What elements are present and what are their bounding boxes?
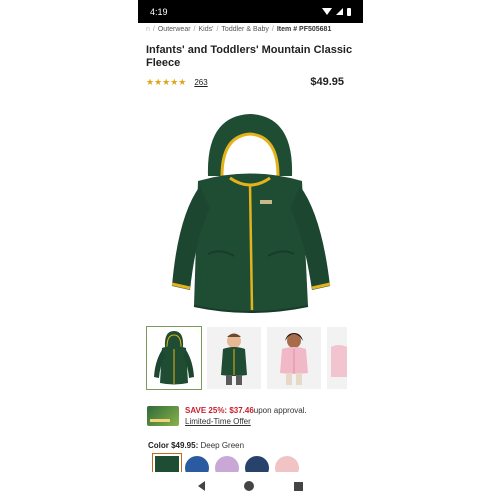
- breadcrumb-separator: /: [216, 26, 219, 33]
- color-row: Color $49.95: Deep Green: [138, 427, 363, 450]
- product-title: Infants' and Toddlers' Mountain Classic …: [146, 44, 353, 69]
- promo-rest-text: upon approval.: [253, 406, 307, 415]
- thumbnail-fleece-front[interactable]: [146, 326, 202, 390]
- status-time: 4:19: [150, 6, 168, 17]
- breadcrumb-item-outerwear[interactable]: Outerwear: [158, 26, 191, 33]
- home-icon[interactable]: [244, 481, 255, 491]
- promo-offer: SAVE 25%: $37.46upon approval. Limited-T…: [138, 389, 363, 427]
- item-number: Item # PF505681: [276, 26, 332, 33]
- rating-row: ★★★★★ 263 $49.95: [138, 70, 363, 88]
- android-nav-bar: [138, 472, 363, 500]
- breadcrumb-item-kids[interactable]: Kids': [199, 26, 214, 33]
- back-icon[interactable]: [197, 481, 205, 491]
- breadcrumb-separator: /: [193, 26, 196, 33]
- breadcrumb-separator: /: [152, 26, 155, 33]
- stars-icon: ★★★★★: [146, 77, 187, 87]
- thumbnail-toddler-girl[interactable]: [267, 327, 321, 389]
- breadcrumb-item-partial[interactable]: n: [146, 26, 150, 33]
- color-label: Color $49.95:: [148, 441, 199, 450]
- promo-save-text: SAVE 25%: $37.46: [185, 406, 254, 415]
- status-bar: 4:19: [138, 0, 363, 23]
- review-count-link[interactable]: 263: [194, 78, 207, 87]
- wifi-icon: [322, 8, 332, 15]
- thumbnail-toddler-boy[interactable]: [207, 327, 261, 389]
- promo-text: SAVE 25%: $37.46upon approval. Limited-T…: [185, 405, 307, 427]
- credit-card-icon: [147, 406, 179, 426]
- breadcrumb: n / Outerwear / Kids' / Toddler & Baby /…: [138, 23, 363, 36]
- phone-screen: 4:19 n / Outerwear / Kids' / Toddler & B…: [138, 0, 363, 500]
- thumbnail-strip: [138, 321, 363, 390]
- limited-time-offer-link[interactable]: Limited-Time Offer: [185, 416, 307, 427]
- signal-icon: [336, 8, 343, 15]
- breadcrumb-item-toddler-baby[interactable]: Toddler & Baby: [221, 26, 268, 33]
- thumbnail-partial[interactable]: [327, 327, 347, 389]
- star-rating[interactable]: ★★★★★ 263: [146, 77, 208, 87]
- battery-icon: [347, 7, 351, 16]
- recent-apps-icon[interactable]: [294, 481, 304, 491]
- color-name: Deep Green: [200, 441, 245, 450]
- product-main-image[interactable]: [138, 96, 363, 321]
- status-icons: [322, 7, 351, 16]
- breadcrumb-separator: /: [271, 26, 274, 33]
- product-price: $49.95: [310, 76, 344, 88]
